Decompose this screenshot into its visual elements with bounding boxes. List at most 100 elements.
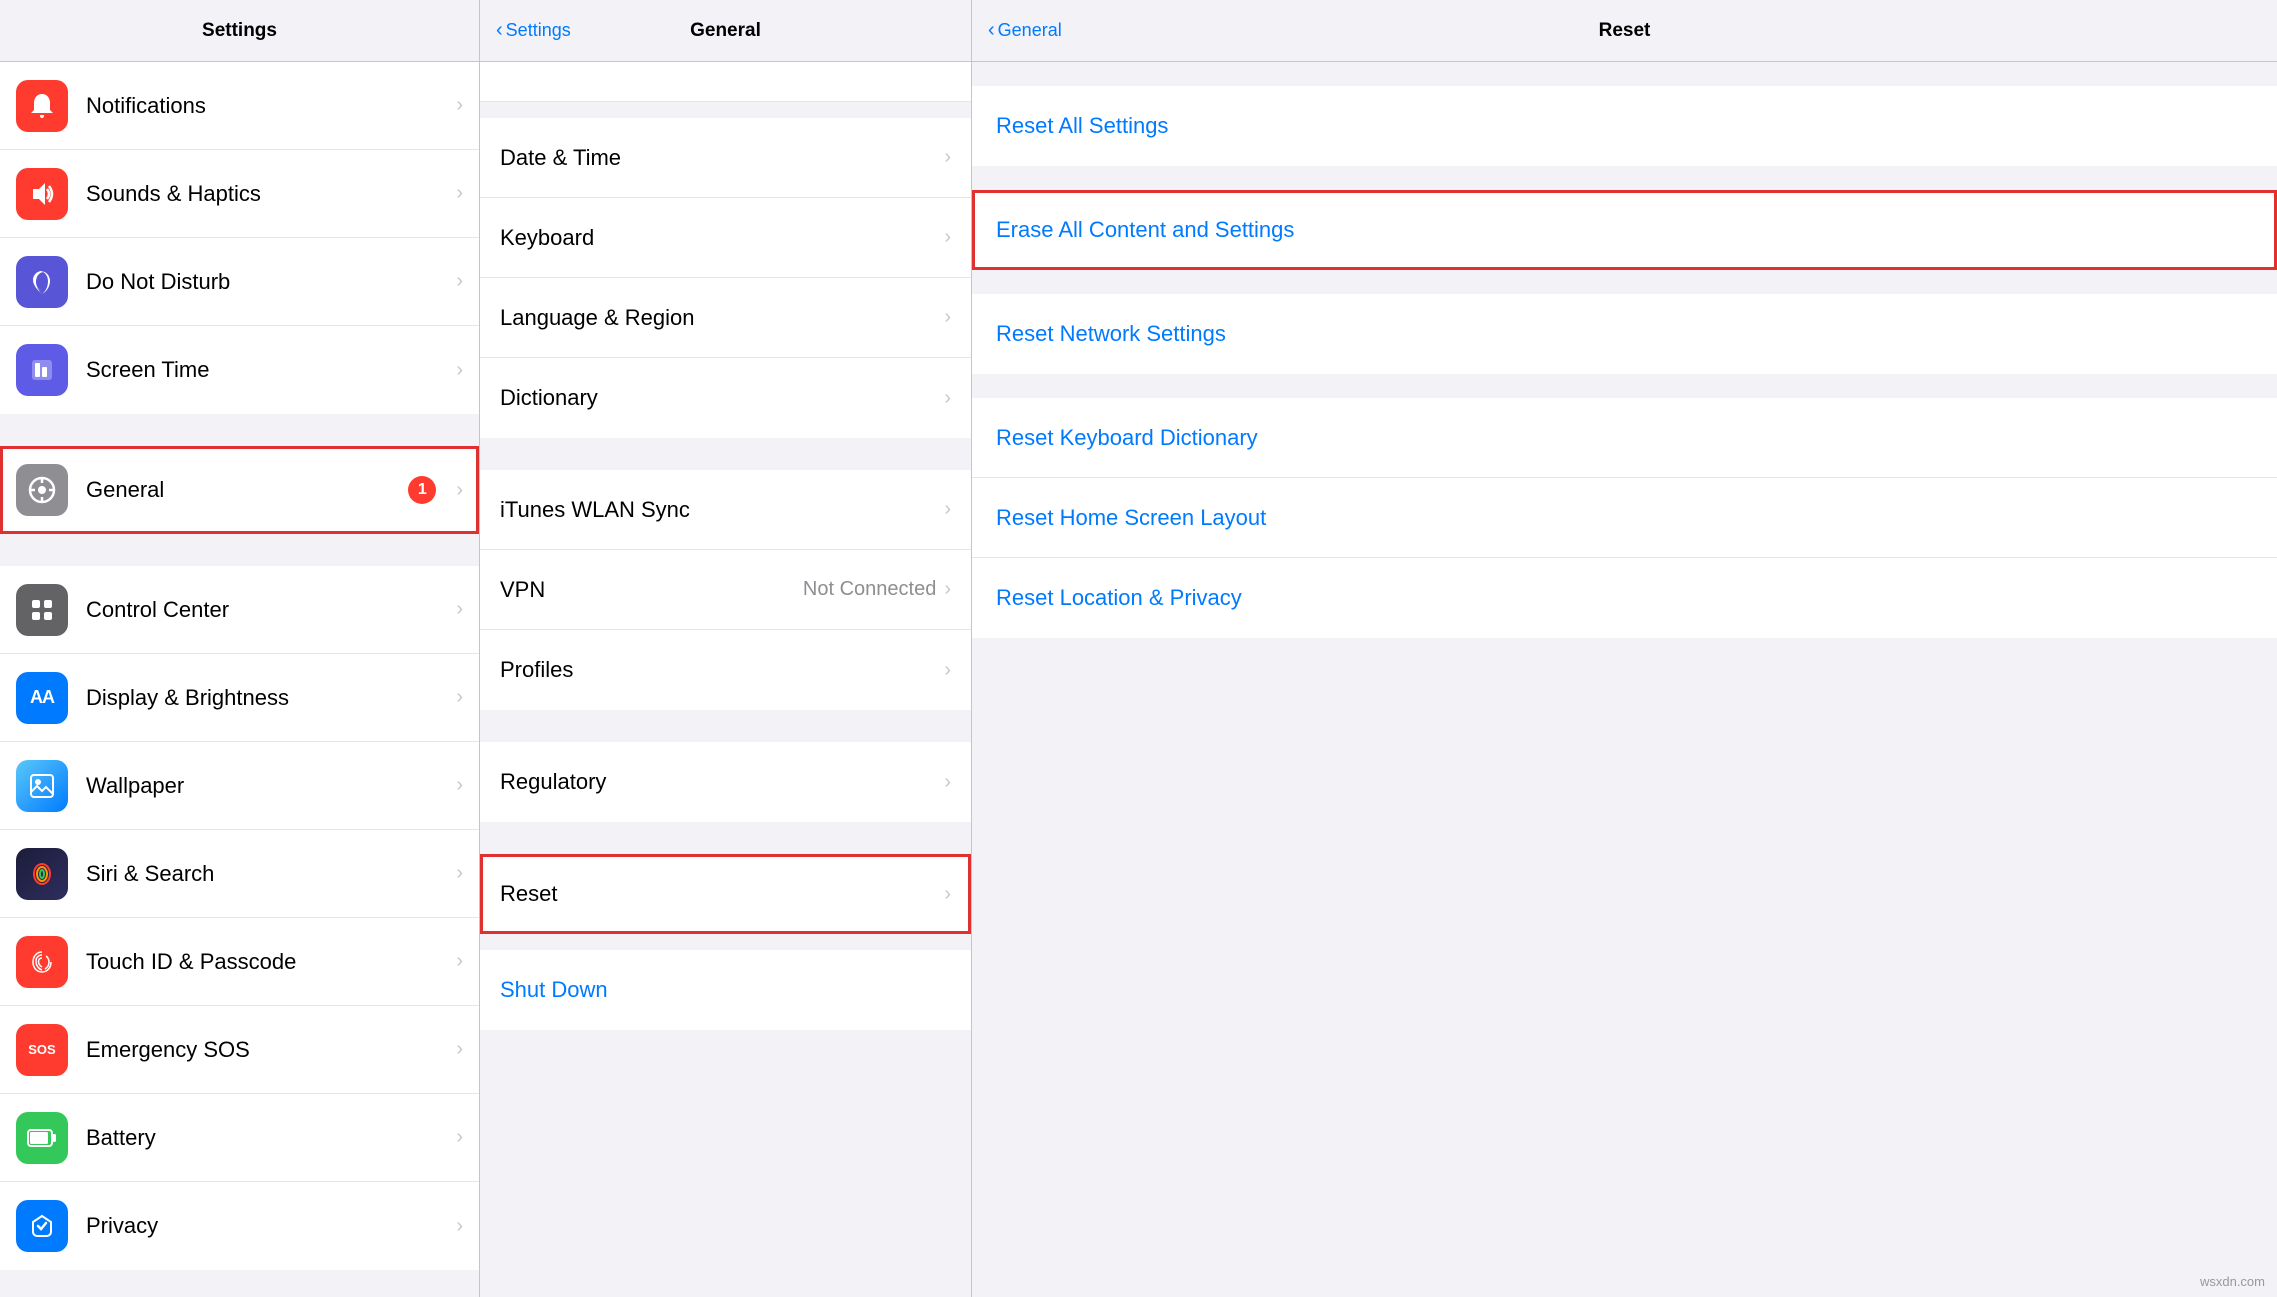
notifications-label: Notifications xyxy=(86,93,448,119)
middle-back-button[interactable]: ‹ Settings xyxy=(496,19,571,42)
sidebar-item-battery[interactable]: Battery › xyxy=(0,1094,479,1182)
control-label: Control Center xyxy=(86,597,448,623)
privacy-label: Privacy xyxy=(86,1213,448,1239)
middle-item-keyboard[interactable]: Keyboard › xyxy=(480,198,971,278)
right-item-erase-all[interactable]: Erase All Content and Settings xyxy=(972,190,2277,270)
profiles-chevron: › xyxy=(944,659,951,682)
touchid-chevron: › xyxy=(456,950,463,973)
sidebar-item-general[interactable]: General 1 › xyxy=(0,446,479,534)
vpn-chevron: › xyxy=(944,578,951,601)
right-item-reset-keyboard[interactable]: Reset Keyboard Dictionary xyxy=(972,398,2277,478)
middle-item-dictionary[interactable]: Dictionary › xyxy=(480,358,971,438)
middle-gap-4 xyxy=(480,822,971,854)
sidebar-item-display-brightness[interactable]: AA Display & Brightness › xyxy=(0,654,479,742)
right-item-reset-location[interactable]: Reset Location & Privacy xyxy=(972,558,2277,638)
itunes-chevron: › xyxy=(944,498,951,521)
erase-all-label: Erase All Content and Settings xyxy=(996,217,2253,243)
left-section-1: Notifications › Sounds & Haptics › xyxy=(0,62,479,414)
sidebar-item-screen-time[interactable]: Screen Time › xyxy=(0,326,479,414)
middle-title: General xyxy=(690,20,761,42)
dictionary-chevron: › xyxy=(944,387,951,410)
right-item-reset-network[interactable]: Reset Network Settings xyxy=(972,294,2277,374)
sidebar-item-touch-id[interactable]: Touch ID & Passcode › xyxy=(0,918,479,1006)
middle-item-language[interactable]: Language & Region › xyxy=(480,278,971,358)
left-gap-2 xyxy=(0,534,479,566)
profiles-label: Profiles xyxy=(500,657,944,683)
dnd-chevron: › xyxy=(456,270,463,293)
right-back-button[interactable]: ‹ General xyxy=(988,19,1062,42)
right-item-reset-home[interactable]: Reset Home Screen Layout xyxy=(972,478,2277,558)
middle-partial-row xyxy=(480,62,971,102)
screentime-chevron: › xyxy=(456,359,463,382)
middle-item-date-time[interactable]: Date & Time › xyxy=(480,118,971,198)
middle-back-chevron: ‹ xyxy=(496,19,503,42)
reset-all-label: Reset All Settings xyxy=(996,113,2253,139)
middle-section-3: Regulatory › xyxy=(480,742,971,822)
reset-network-label: Reset Network Settings xyxy=(996,321,2253,347)
right-gap-3 xyxy=(972,374,2277,398)
dictionary-label: Dictionary xyxy=(500,385,944,411)
right-group-1: Reset All Settings xyxy=(972,86,2277,166)
sounds-icon xyxy=(16,168,68,220)
watermark: wsxdn.com xyxy=(2200,1274,2265,1289)
middle-item-regulatory[interactable]: Regulatory › xyxy=(480,742,971,822)
right-title: Reset xyxy=(1599,20,1651,42)
sidebar-item-control-center[interactable]: Control Center › xyxy=(0,566,479,654)
sidebar-item-do-not-disturb[interactable]: Do Not Disturb › xyxy=(0,238,479,326)
left-body: Notifications › Sounds & Haptics › xyxy=(0,62,479,1297)
touchid-icon xyxy=(16,936,68,988)
general-icon xyxy=(16,464,68,516)
dnd-label: Do Not Disturb xyxy=(86,269,448,295)
siri-label: Siri & Search xyxy=(86,861,448,887)
wallpaper-icon xyxy=(16,760,68,812)
screentime-icon xyxy=(16,344,68,396)
sos-icon: SOS xyxy=(16,1024,68,1076)
battery-chevron: › xyxy=(456,1126,463,1149)
right-back-label: General xyxy=(998,20,1062,41)
sidebar-item-siri-search[interactable]: Siri & Search › xyxy=(0,830,479,918)
middle-section-5: Shut Down xyxy=(480,950,971,1030)
middle-header: ‹ Settings General xyxy=(480,0,971,62)
sidebar-item-notifications[interactable]: Notifications › xyxy=(0,62,479,150)
middle-item-reset[interactable]: Reset › xyxy=(480,854,971,934)
control-icon xyxy=(16,584,68,636)
display-icon: AA xyxy=(16,672,68,724)
right-item-reset-all-settings[interactable]: Reset All Settings xyxy=(972,86,2277,166)
right-group-2: Erase All Content and Settings xyxy=(972,190,2277,270)
sidebar-item-sounds[interactable]: Sounds & Haptics › xyxy=(0,150,479,238)
reset-chevron: › xyxy=(944,883,951,906)
control-chevron: › xyxy=(456,598,463,621)
right-body: Reset All Settings Erase All Content and… xyxy=(972,62,2277,1297)
middle-item-shutdown[interactable]: Shut Down xyxy=(480,950,971,1030)
right-group-4: Reset Keyboard Dictionary Reset Home Scr… xyxy=(972,398,2277,638)
screentime-label: Screen Time xyxy=(86,357,448,383)
middle-item-profiles[interactable]: Profiles › xyxy=(480,630,971,710)
right-gap-2 xyxy=(972,270,2277,294)
middle-item-vpn[interactable]: VPN Not Connected › xyxy=(480,550,971,630)
sidebar-item-wallpaper[interactable]: Wallpaper › xyxy=(0,742,479,830)
display-chevron: › xyxy=(456,686,463,709)
middle-item-itunes[interactable]: iTunes WLAN Sync › xyxy=(480,470,971,550)
right-gap-1 xyxy=(972,166,2277,190)
wallpaper-label: Wallpaper xyxy=(86,773,448,799)
notifications-icon xyxy=(16,80,68,132)
wallpaper-chevron: › xyxy=(456,774,463,797)
keyboard-chevron: › xyxy=(944,226,951,249)
right-header: ‹ General Reset xyxy=(972,0,2277,62)
sounds-label: Sounds & Haptics xyxy=(86,181,448,207)
regulatory-label: Regulatory xyxy=(500,769,944,795)
sidebar-item-emergency-sos[interactable]: SOS Emergency SOS › xyxy=(0,1006,479,1094)
left-header: Settings xyxy=(0,0,479,62)
middle-section-1: Date & Time › Keyboard › Language & Regi… xyxy=(480,118,971,438)
sidebar-item-privacy[interactable]: Privacy › xyxy=(0,1182,479,1270)
notifications-chevron: › xyxy=(456,94,463,117)
itunes-label: iTunes WLAN Sync xyxy=(500,497,944,523)
date-time-label: Date & Time xyxy=(500,145,944,171)
middle-column: ‹ Settings General Date & Time › Keyboar… xyxy=(480,0,972,1297)
right-group-3: Reset Network Settings xyxy=(972,294,2277,374)
sounds-chevron: › xyxy=(456,182,463,205)
vpn-value: Not Connected xyxy=(803,578,936,601)
general-chevron: › xyxy=(456,479,463,502)
battery-label: Battery xyxy=(86,1125,448,1151)
display-label: Display & Brightness xyxy=(86,685,448,711)
